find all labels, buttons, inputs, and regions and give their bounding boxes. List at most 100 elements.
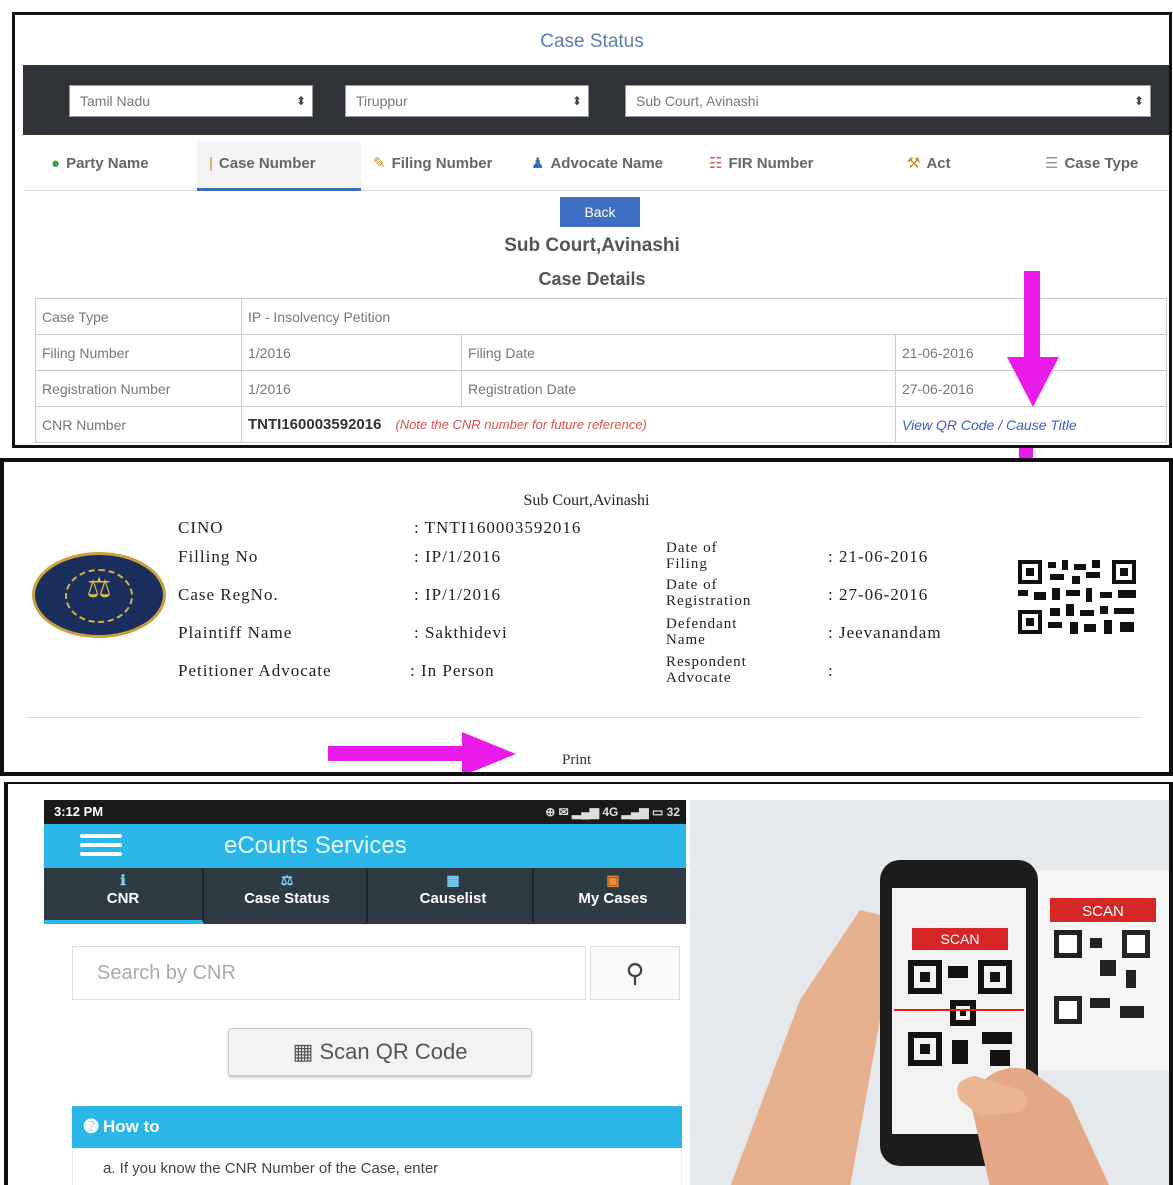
tab-label: Act bbox=[926, 155, 951, 172]
tab-label: Case Number bbox=[218, 155, 316, 172]
app-bar: eCourts Services bbox=[44, 824, 686, 868]
tab-case-type[interactable]: ☰ Case Type bbox=[1045, 141, 1138, 191]
qr-code-icon bbox=[1016, 558, 1140, 638]
court-seal-logo: ⚖ bbox=[32, 552, 166, 638]
arrow-down-icon bbox=[1007, 271, 1059, 407]
nav-label: Causelist bbox=[419, 890, 487, 907]
petitioner-advocate-label: Petitioner Advocate bbox=[178, 661, 332, 680]
act-icon: ⚒ bbox=[907, 155, 921, 172]
tab-label: Advocate Name bbox=[550, 155, 663, 172]
label-line: Filing bbox=[666, 556, 708, 572]
defendant-label: Defendant Name bbox=[666, 616, 737, 648]
sheet-court-name: Sub Court,Avinashi bbox=[523, 492, 650, 509]
folder-icon: ▣ bbox=[606, 872, 620, 888]
date-filing-label: Date of Filing bbox=[666, 540, 718, 572]
search-icon: ⚲ bbox=[625, 958, 645, 988]
network-type: 4G bbox=[602, 805, 619, 819]
table-cell: Filing Date bbox=[461, 334, 896, 371]
table-row: Case Type IP - Insolvency Petition bbox=[35, 298, 1167, 335]
label-line: Defendant bbox=[666, 616, 738, 632]
calendar-icon: ▦ bbox=[446, 872, 460, 888]
table-cell: Registration Date bbox=[461, 370, 896, 407]
defendant-value: : Jeevanandam bbox=[828, 623, 942, 642]
respondent-advocate-label: Respondent Advocate bbox=[666, 654, 747, 686]
how-to-header[interactable]: ➋ How to bbox=[72, 1106, 682, 1148]
scales-icon: ⚖ bbox=[86, 571, 112, 604]
date-registration-label: Date of Registration bbox=[666, 577, 751, 609]
how-to-label: How to bbox=[102, 1117, 160, 1136]
label-line: Respondent bbox=[666, 654, 747, 670]
cause-title-link[interactable]: Cause Title bbox=[1006, 417, 1077, 433]
nav-my-cases[interactable]: ▣ My Cases bbox=[540, 868, 686, 924]
info-icon: ℹ bbox=[120, 872, 126, 888]
table-cell: Case Type bbox=[35, 298, 242, 335]
table-cell: View QR Code / Cause Title bbox=[895, 406, 1167, 443]
table-row: Registration Number 1/2016 Registration … bbox=[35, 370, 1167, 407]
nav-label: CNR bbox=[106, 890, 140, 907]
state-select-value: Tamil Nadu bbox=[80, 93, 151, 109]
table-cell: 1/2016 bbox=[241, 334, 462, 371]
cnr-number: TNTI160003592016 bbox=[248, 416, 382, 433]
divider bbox=[26, 717, 1142, 718]
cnr-search-input[interactable]: Search by CNR bbox=[72, 946, 586, 1000]
plaintiff-value: : Sakthidevi bbox=[414, 623, 508, 642]
nav-cnr[interactable]: ℹ CNR bbox=[44, 868, 204, 924]
nav-causelist[interactable]: ▦ Causelist bbox=[374, 868, 534, 924]
case-details-table: Case Type IP - Insolvency Petition Filin… bbox=[35, 298, 1167, 443]
tab-case-number[interactable]: | Case Number bbox=[197, 141, 361, 191]
view-qr-code-link[interactable]: View QR Code bbox=[902, 417, 994, 433]
page-title: Case Status bbox=[540, 31, 644, 52]
help-icon: ➋ bbox=[84, 1117, 103, 1136]
phone-scanning-photo: SCAN SCAN bbox=[690, 800, 1169, 1185]
filter-bar: Tamil Nadu ⬍ Tiruppur ⬍ Sub Court, Avina… bbox=[23, 65, 1169, 135]
table-cell: CNR Number bbox=[35, 406, 242, 443]
chevron-down-icon: ⬍ bbox=[1133, 94, 1144, 108]
advocate-icon: ♟ bbox=[531, 155, 545, 172]
cino-value: : TNTI160003592016 bbox=[414, 518, 582, 537]
hamburger-menu-icon[interactable] bbox=[80, 834, 122, 858]
back-button[interactable]: Back bbox=[560, 197, 640, 227]
district-select[interactable]: Tiruppur ⬍ bbox=[345, 85, 589, 117]
status-bar: 3:12 PM ⊕ ✉ ▂▄▆ 4G ▂▄▆ ▭ 32 bbox=[44, 800, 686, 824]
petitioner-advocate-value: : In Person bbox=[410, 661, 495, 680]
tab-advocate-name[interactable]: ♟ Advocate Name bbox=[531, 141, 663, 191]
filing-icon: ✎ bbox=[373, 155, 386, 172]
tab-label: Case Type bbox=[1064, 155, 1139, 172]
tab-fir-number[interactable]: ☷ FIR Number bbox=[709, 141, 813, 191]
table-cell: TNTI160003592016 (Note the CNR number for… bbox=[241, 406, 896, 443]
cnr-note: (Note the CNR number for future referenc… bbox=[395, 417, 647, 432]
scan-label: Scan QR Code bbox=[319, 1039, 468, 1064]
qr-code-icon: ▦ bbox=[292, 1039, 320, 1064]
app-title: eCourts Services bbox=[224, 832, 407, 859]
label-line: Advocate bbox=[666, 670, 732, 686]
court-select[interactable]: Sub Court, Avinashi ⬍ bbox=[625, 85, 1151, 117]
status-icons: ⊕ ✉ ▂▄▆ 4G ▂▄▆ ▭ 32 bbox=[545, 800, 680, 824]
ecourts-mobile-app: 3:12 PM ⊕ ✉ ▂▄▆ 4G ▂▄▆ ▭ 32 eCourts Serv… bbox=[44, 800, 686, 1185]
label-line: Registration bbox=[666, 593, 752, 609]
table-row: CNR Number TNTI160003592016 (Note the CNR… bbox=[35, 406, 1167, 443]
tab-party-name[interactable]: ● Party Name bbox=[51, 141, 149, 191]
party-icon: ● bbox=[51, 155, 61, 172]
photo-illustration: SCAN SCAN bbox=[690, 800, 1169, 1185]
district-select-value: Tiruppur bbox=[356, 93, 408, 109]
status-time: 3:12 PM bbox=[54, 804, 104, 819]
state-select[interactable]: Tamil Nadu ⬍ bbox=[69, 85, 313, 117]
table-cell: Filing Number bbox=[35, 334, 242, 371]
court-name: Sub Court,Avinashi bbox=[504, 235, 680, 256]
bottom-nav: ℹ CNR ⚖ Case Status ▦ Causelist ▣ My Cas… bbox=[44, 868, 686, 924]
case-type-icon: ☰ bbox=[1045, 155, 1059, 172]
label-line: Date of bbox=[666, 577, 718, 593]
case-number-icon: | bbox=[209, 155, 213, 172]
tab-act[interactable]: ⚒ Act bbox=[907, 141, 951, 191]
date-filing-value: : 21-06-2016 bbox=[828, 547, 929, 566]
tab-label: FIR Number bbox=[728, 155, 814, 172]
label-line: Date of bbox=[666, 540, 718, 556]
print-button[interactable]: Print bbox=[562, 752, 591, 769]
nav-case-status[interactable]: ⚖ Case Status bbox=[208, 868, 368, 924]
search-button[interactable]: ⚲ bbox=[590, 946, 680, 1000]
scan-qr-button[interactable]: ▦ Scan QR Code bbox=[228, 1028, 532, 1076]
respondent-advocate-value: : bbox=[828, 661, 834, 680]
search-tabs: ● Party Name | Case Number ✎ Filing Number … bbox=[23, 141, 1169, 191]
court-select-value: Sub Court, Avinashi bbox=[636, 93, 759, 109]
tab-filing-number[interactable]: ✎ Filing Number bbox=[373, 141, 492, 191]
